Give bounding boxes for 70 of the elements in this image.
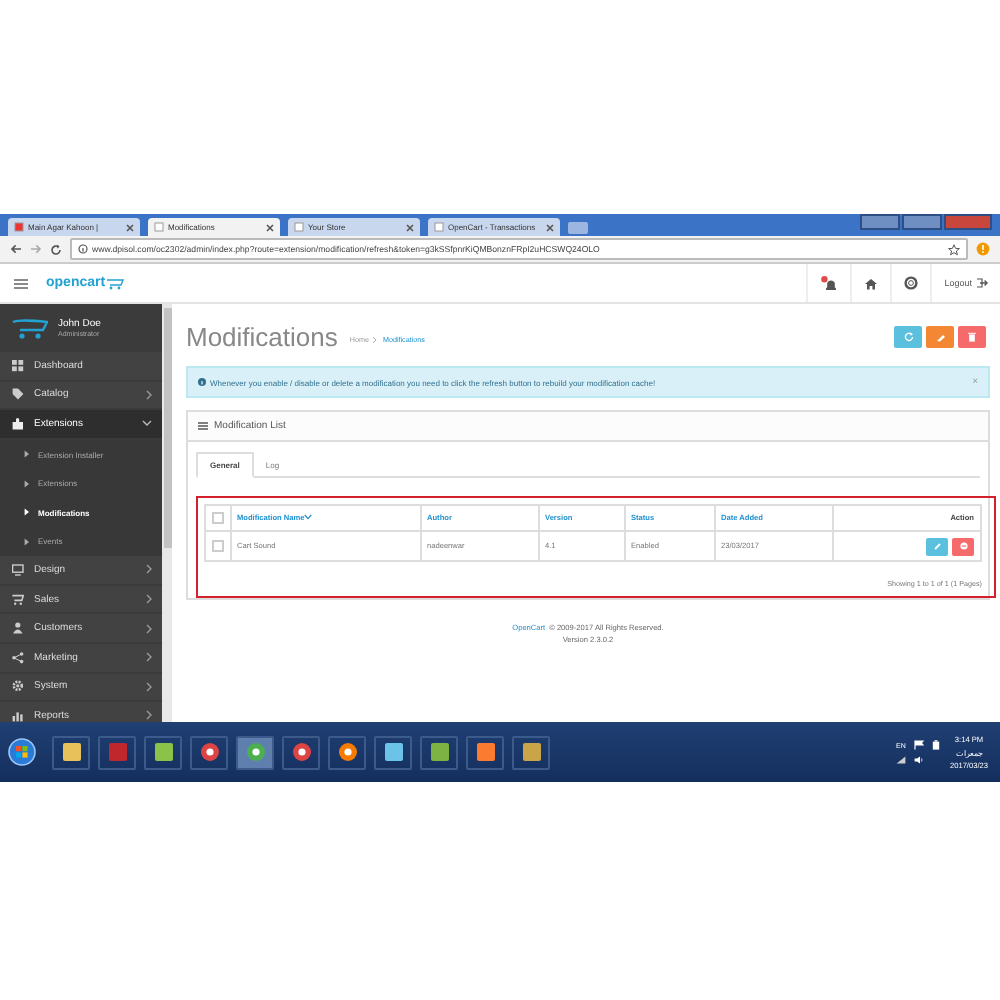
- app-icon[interactable]: [429, 742, 449, 762]
- clear-button[interactable]: [926, 325, 954, 347]
- lifebuoy-icon[interactable]: [904, 276, 919, 290]
- chevron-right-icon: [24, 479, 30, 488]
- reload-icon[interactable]: [50, 243, 62, 255]
- chevron-right-icon: [24, 450, 30, 459]
- battery-icon[interactable]: [931, 740, 940, 750]
- menu-icon[interactable]: [14, 277, 28, 289]
- page-icon: [14, 222, 24, 232]
- maximize-button[interactable]: [902, 214, 942, 230]
- trash-icon: [968, 331, 976, 341]
- page-icon: [294, 222, 304, 232]
- chevron-right-icon: [24, 537, 30, 546]
- tag-icon: [12, 388, 24, 401]
- chevron-right-icon: [146, 710, 152, 721]
- checkbox[interactable]: [212, 512, 223, 524]
- sort-caret-icon: [304, 514, 313, 520]
- back-icon[interactable]: [10, 244, 22, 254]
- list-icon: [198, 422, 208, 430]
- checkbox[interactable]: [212, 540, 223, 552]
- chevron-right-icon: [146, 681, 152, 692]
- minimize-button[interactable]: [860, 214, 900, 230]
- chevron-right-icon: [146, 652, 152, 663]
- page-icon: [434, 222, 444, 232]
- speaker-icon[interactable]: [913, 756, 924, 764]
- page-icon: [154, 222, 164, 232]
- close-icon[interactable]: [266, 223, 274, 231]
- app-icon[interactable]: [291, 742, 311, 762]
- chevron-right-icon: [24, 508, 30, 517]
- info-icon: [78, 244, 88, 254]
- close-icon[interactable]: [126, 223, 134, 231]
- info-icon: [198, 378, 206, 386]
- share-icon: [12, 651, 24, 664]
- gear-icon: [12, 680, 24, 693]
- chevron-right-icon: [146, 623, 152, 634]
- chevron-right-icon: [146, 564, 152, 575]
- person-icon: [12, 622, 24, 635]
- delete-button[interactable]: [958, 325, 986, 347]
- bell-icon[interactable]: [820, 275, 839, 291]
- dashboard-icon: [12, 359, 24, 372]
- signal-icon[interactable]: [895, 756, 906, 764]
- app-icon[interactable]: [383, 742, 403, 762]
- pencil-icon: [933, 542, 941, 550]
- eraser-icon: [935, 331, 945, 341]
- minus-circle-icon: [959, 542, 967, 550]
- app-icon[interactable]: [61, 742, 81, 762]
- app-icon[interactable]: [337, 742, 357, 762]
- chevron-down-icon: [142, 420, 152, 427]
- close-icon[interactable]: [546, 223, 554, 231]
- cart-icon: [12, 593, 24, 606]
- app-icon[interactable]: [521, 742, 541, 762]
- chevron-right-icon: [146, 389, 152, 400]
- flag-icon[interactable]: [913, 740, 924, 750]
- cart-logo-icon: [12, 317, 48, 339]
- sign-out-icon: [976, 278, 988, 288]
- delete-button[interactable]: [952, 537, 974, 555]
- page-title: Modifications: [186, 321, 338, 351]
- cart-icon: [105, 277, 124, 289]
- start-button-icon[interactable]: [8, 738, 36, 766]
- app-icon[interactable]: [153, 742, 173, 762]
- app-icon[interactable]: [199, 742, 219, 762]
- monitor-icon: [12, 563, 24, 576]
- chevron-right-icon: [146, 594, 152, 605]
- star-icon[interactable]: [948, 243, 960, 255]
- scrollbar-thumb[interactable]: [163, 308, 171, 548]
- scrollbar[interactable]: [162, 304, 172, 722]
- refresh-icon: [903, 331, 913, 341]
- close-icon[interactable]: [406, 223, 414, 231]
- bar-chart-icon: [12, 709, 24, 722]
- home-icon[interactable]: [864, 277, 879, 289]
